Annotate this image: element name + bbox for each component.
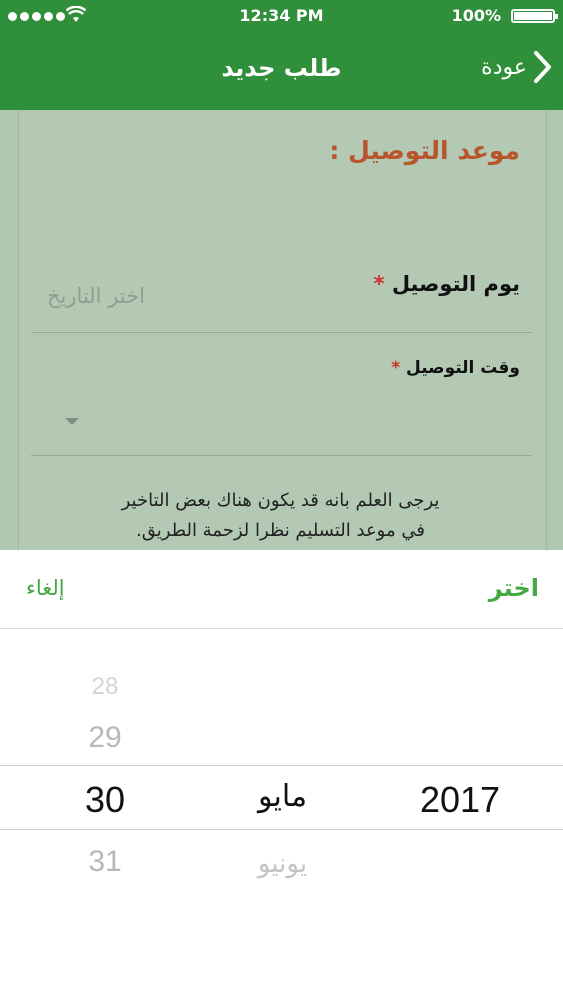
- back-button[interactable]: عودة: [481, 50, 553, 84]
- delivery-form: موعد التوصيل : يوم التوصيل * اختر التاري…: [18, 110, 547, 550]
- battery-percentage: 100%: [451, 6, 501, 25]
- delivery-date-field[interactable]: اختر التاريخ: [47, 284, 145, 308]
- divider: [31, 455, 532, 456]
- month-option[interactable]: يونيو: [220, 849, 345, 879]
- day-option-selected[interactable]: 30: [60, 779, 150, 821]
- selection-indicator-top: [0, 765, 563, 766]
- day-option[interactable]: 29: [60, 721, 150, 755]
- cancel-button[interactable]: إلغاء: [26, 576, 65, 600]
- status-bar: 12:34 PM 100%: [0, 0, 563, 32]
- section-title: موعد التوصيل :: [329, 136, 520, 165]
- back-button-label: عودة: [481, 54, 527, 80]
- date-picker: إلغاء اختر 28 29 30 31 مايو يونيو 2017: [0, 550, 563, 1000]
- month-option-selected[interactable]: مايو: [220, 779, 345, 814]
- picker-toolbar: إلغاء اختر: [0, 550, 563, 629]
- form-background: موعد التوصيل : يوم التوصيل * اختر التاري…: [0, 110, 563, 550]
- select-button[interactable]: اختر: [489, 574, 539, 602]
- required-asterisk: *: [391, 358, 401, 378]
- year-option-selected[interactable]: 2017: [395, 779, 525, 821]
- delay-notice: يرجى العلم بانه قد يكون هناك بعض التاخير…: [39, 486, 522, 546]
- required-asterisk: *: [373, 272, 385, 296]
- delivery-date-label: يوم التوصيل *: [374, 272, 520, 296]
- dropdown-arrow-icon[interactable]: [65, 418, 79, 425]
- day-option[interactable]: 28: [60, 673, 150, 701]
- page-title: طلب جديد: [221, 54, 342, 82]
- delivery-date-label-text: يوم التوصيل: [391, 272, 520, 296]
- notice-line-2: في موعد التسليم نظرا لزحمة الطريق.: [136, 520, 425, 541]
- navigation-bar: طلب جديد عودة: [0, 32, 563, 110]
- day-option[interactable]: 31: [60, 845, 150, 879]
- notice-line-1: يرجى العلم بانه قد يكون هناك بعض التاخير: [121, 490, 440, 511]
- picker-wheel[interactable]: 28 29 30 31 مايو يونيو 2017: [0, 629, 563, 1000]
- delivery-time-label: وقت التوصيل *: [391, 358, 520, 378]
- selection-indicator-bottom: [0, 829, 563, 830]
- divider: [31, 332, 532, 333]
- battery-icon: [511, 9, 558, 23]
- chevron-right-icon: [534, 51, 551, 83]
- delivery-time-label-text: وقت التوصيل: [406, 358, 520, 378]
